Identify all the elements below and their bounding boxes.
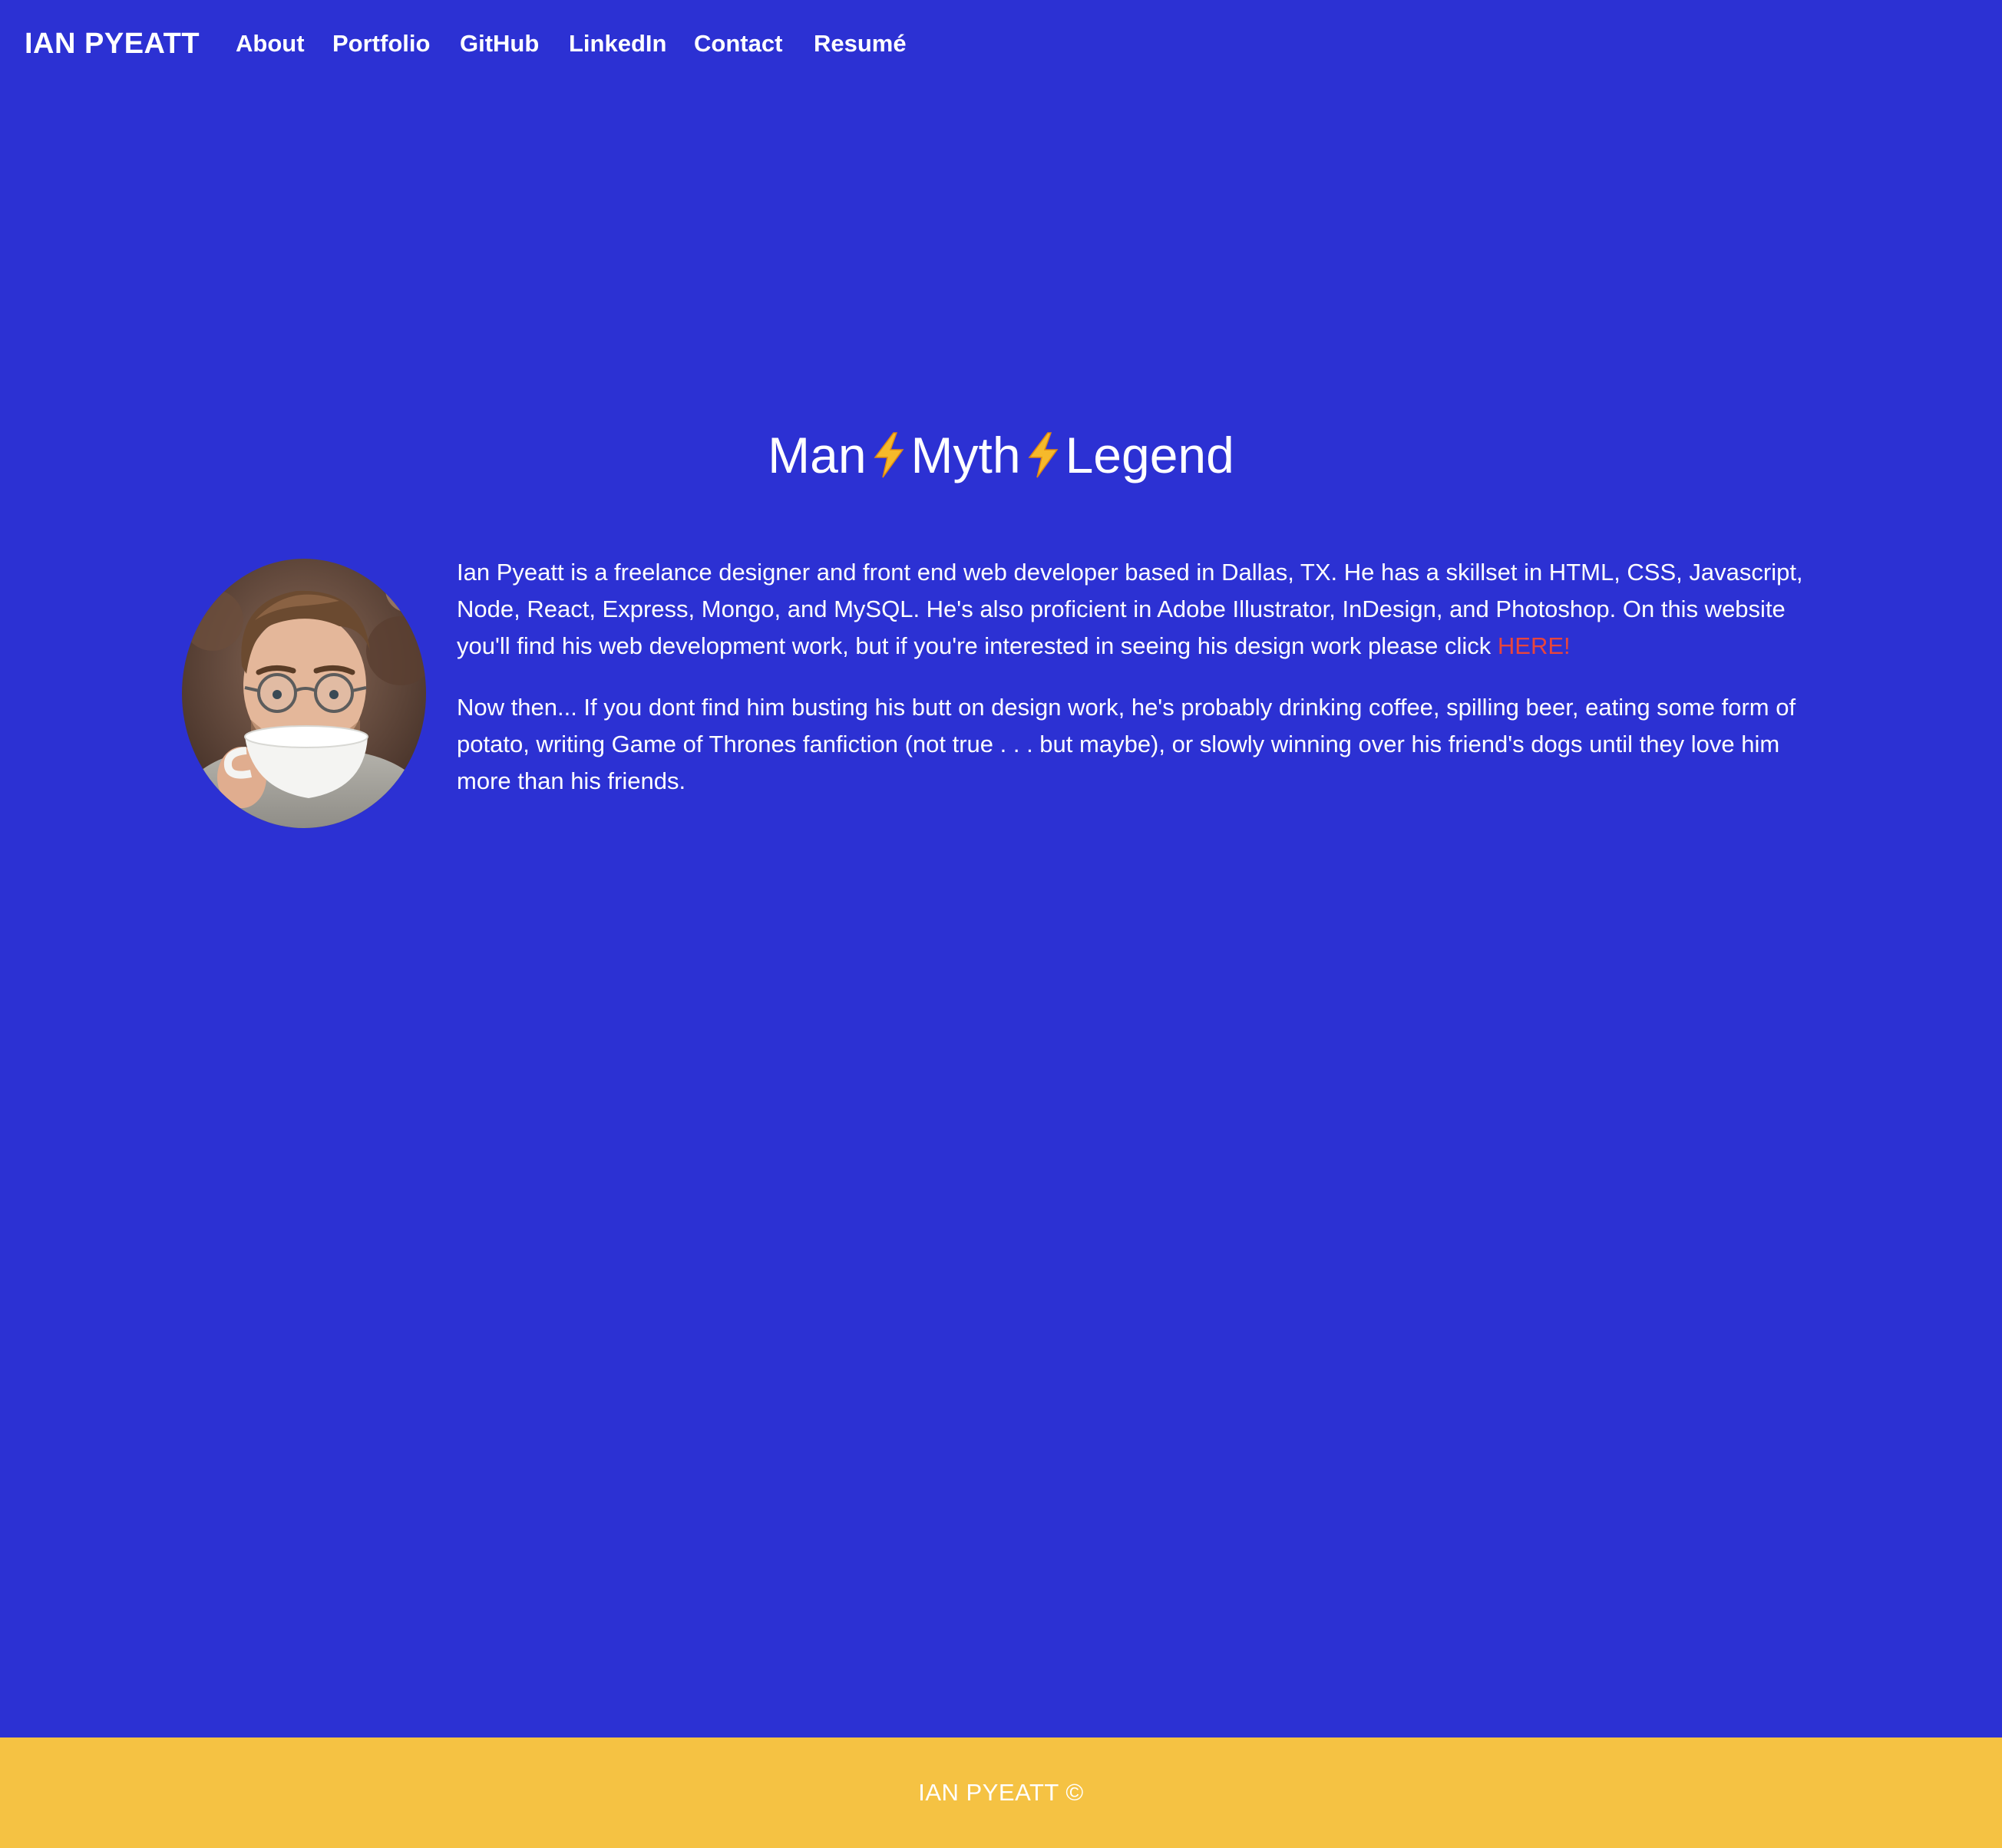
bio-section: Ian Pyeatt is a freelance designer and f…: [457, 554, 1831, 824]
bio-paragraph-2: Now then... If you dont find him busting…: [457, 694, 1796, 794]
lightning-bolt-icon: [1023, 427, 1063, 478]
nav-link-github[interactable]: GitHub: [460, 25, 539, 62]
title-word-legend: Legend: [1065, 427, 1234, 483]
lightning-bolt-icon: [869, 427, 909, 478]
footer: IAN PYEATT ©: [0, 1737, 2002, 1848]
nav-link-about[interactable]: About: [236, 25, 305, 62]
navbar: IAN PYEATT About Portfolio GitHub Linked…: [0, 0, 2002, 88]
design-work-link[interactable]: HERE!: [1498, 632, 1571, 659]
footer-copyright: IAN PYEATT ©: [918, 1779, 1084, 1806]
bio-paragraph-1: Ian Pyeatt is a freelance designer and f…: [457, 554, 1831, 665]
nav-link-portfolio[interactable]: Portfolio: [332, 25, 430, 62]
title-word-myth: Myth: [910, 427, 1021, 483]
nav-link-resume[interactable]: Resumé: [814, 25, 907, 62]
brand-logo-link[interactable]: IAN PYEATT: [25, 23, 200, 64]
nav-link-linkedin[interactable]: LinkedIn: [569, 25, 666, 62]
profile-photo: [182, 559, 426, 828]
nav-link-contact[interactable]: Contact: [694, 25, 782, 62]
title-word-man: Man: [768, 427, 867, 483]
page-title: Man Myth Legend: [0, 421, 2002, 490]
bio-paragraph-1-text: Ian Pyeatt is a freelance designer and f…: [457, 559, 1803, 659]
